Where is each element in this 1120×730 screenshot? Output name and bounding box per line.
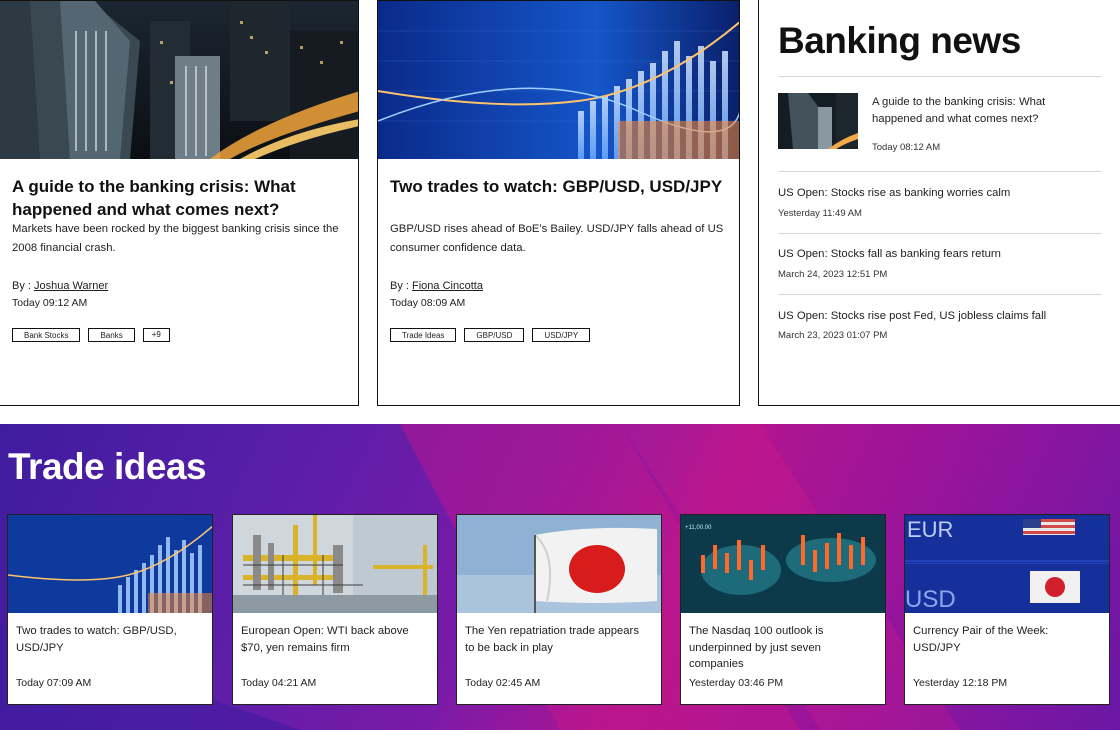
trade-ideas-section: Trade ideas Two trades to watch: GBP/USD… bbox=[0, 424, 1120, 730]
featured-article-card[interactable]: A guide to the banking crisis: What happ… bbox=[0, 0, 359, 406]
article-description: GBP/USD rises ahead of BoE's Bailey. USD… bbox=[390, 223, 724, 254]
top-section: A guide to the banking crisis: What happ… bbox=[0, 0, 1120, 424]
divider bbox=[778, 76, 1102, 77]
trade-image-oil-refinery bbox=[233, 515, 437, 613]
trade-idea-card[interactable]: European Open: WTI back above $70, yen r… bbox=[232, 514, 438, 705]
trade-idea-title[interactable]: The Yen repatriation trade appears to be… bbox=[465, 623, 651, 656]
divider bbox=[778, 171, 1102, 172]
tag-more[interactable]: +9 bbox=[142, 328, 170, 342]
trade-idea-title[interactable]: The Nasdaq 100 outlook is underpinned by… bbox=[689, 623, 875, 673]
news-item-title[interactable]: US Open: Stocks fall as banking fears re… bbox=[778, 248, 1001, 260]
trade-image-candlestick-map: +11,00.00 bbox=[681, 515, 885, 613]
news-item-title[interactable]: US Open: Stocks rise post Fed, US jobles… bbox=[778, 310, 1046, 322]
author-link[interactable]: Joshua Warner bbox=[34, 280, 108, 292]
trade-idea-card[interactable]: The Yen repatriation trade appears to be… bbox=[456, 514, 662, 705]
banking-news-panel: Banking news A guide to the banking cris… bbox=[758, 0, 1120, 406]
trade-image-currency-board: EUR USD bbox=[905, 515, 1109, 613]
author-link[interactable]: Fiona Cincotta bbox=[412, 280, 483, 292]
trade-idea-title[interactable]: Two trades to watch: GBP/USD, USD/JPY bbox=[16, 623, 202, 656]
trade-idea-time: Today 04:21 AM bbox=[241, 677, 317, 689]
divider bbox=[778, 294, 1102, 295]
usd-label: USD bbox=[905, 586, 956, 613]
article-title[interactable]: Two trades to watch: GBP/USD, USD/JPY bbox=[390, 175, 725, 198]
article-description: Markets have been rocked by the biggest … bbox=[12, 223, 339, 254]
news-item-time: Yesterday 11:49 AM bbox=[778, 208, 862, 219]
trade-idea-card[interactable]: EUR USD Currency Pair of the Week: USD/J… bbox=[904, 514, 1110, 705]
news-thumbnail-city[interactable] bbox=[778, 93, 858, 149]
news-item-title[interactable]: US Open: Stocks rise as banking worries … bbox=[778, 187, 1010, 199]
byline-prefix: By : bbox=[12, 280, 35, 292]
news-featured-title[interactable]: A guide to the banking crisis: What happ… bbox=[872, 94, 1072, 127]
article-image-chart[interactable] bbox=[378, 1, 739, 159]
tick-value: +11,00.00 bbox=[685, 525, 712, 531]
article-title[interactable]: A guide to the banking crisis: What happ… bbox=[12, 175, 344, 221]
trade-idea-title[interactable]: European Open: WTI back above $70, yen r… bbox=[241, 623, 427, 656]
tag-banks[interactable]: Banks bbox=[88, 328, 135, 342]
news-featured-time: Today 08:12 AM bbox=[872, 142, 941, 153]
article-time: Today 08:09 AM bbox=[390, 297, 466, 309]
tag-usd-jpy[interactable]: USD/JPY bbox=[532, 328, 591, 342]
tag-trade-ideas[interactable]: Trade Ideas bbox=[390, 328, 457, 342]
tag-gbp-usd[interactable]: GBP/USD bbox=[464, 328, 525, 342]
trade-idea-time: Yesterday 03:46 PM bbox=[689, 677, 784, 689]
news-item-time: March 23, 2023 01:07 PM bbox=[778, 330, 888, 341]
article-byline: By : Fiona Cincotta bbox=[390, 280, 483, 292]
article-time: Today 09:12 AM bbox=[12, 297, 88, 309]
trade-idea-time: Today 02:45 AM bbox=[465, 677, 541, 689]
trade-idea-time: Today 07:09 AM bbox=[16, 677, 92, 689]
trade-ideas-heading: Trade ideas bbox=[8, 446, 207, 487]
featured-article-card[interactable]: Two trades to watch: GBP/USD, USD/JPY GB… bbox=[377, 0, 740, 406]
banking-news-heading: Banking news bbox=[778, 20, 1021, 61]
byline-prefix: By : bbox=[390, 280, 413, 292]
trade-idea-card[interactable]: +11,00.00 The Nasdaq 100 outlook is unde… bbox=[680, 514, 886, 705]
trade-idea-card[interactable]: Two trades to watch: GBP/USD, USD/JPY To… bbox=[7, 514, 213, 705]
trade-idea-time: Yesterday 12:18 PM bbox=[913, 677, 1008, 689]
article-tags: Bank Stocks Banks +9 bbox=[12, 328, 170, 342]
article-tags: Trade Ideas GBP/USD USD/JPY bbox=[390, 328, 591, 342]
trade-idea-title[interactable]: Currency Pair of the Week: USD/JPY bbox=[913, 623, 1099, 656]
divider bbox=[778, 233, 1102, 234]
eur-label: EUR bbox=[907, 517, 953, 542]
trade-image-japan-flag bbox=[457, 515, 661, 613]
article-image-city-skyscrapers[interactable] bbox=[0, 1, 358, 159]
news-item-time: March 24, 2023 12:51 PM bbox=[778, 269, 888, 280]
tag-bank-stocks[interactable]: Bank Stocks bbox=[12, 328, 81, 342]
trade-image-chart bbox=[8, 515, 212, 613]
article-byline: By : Joshua Warner bbox=[12, 280, 108, 292]
